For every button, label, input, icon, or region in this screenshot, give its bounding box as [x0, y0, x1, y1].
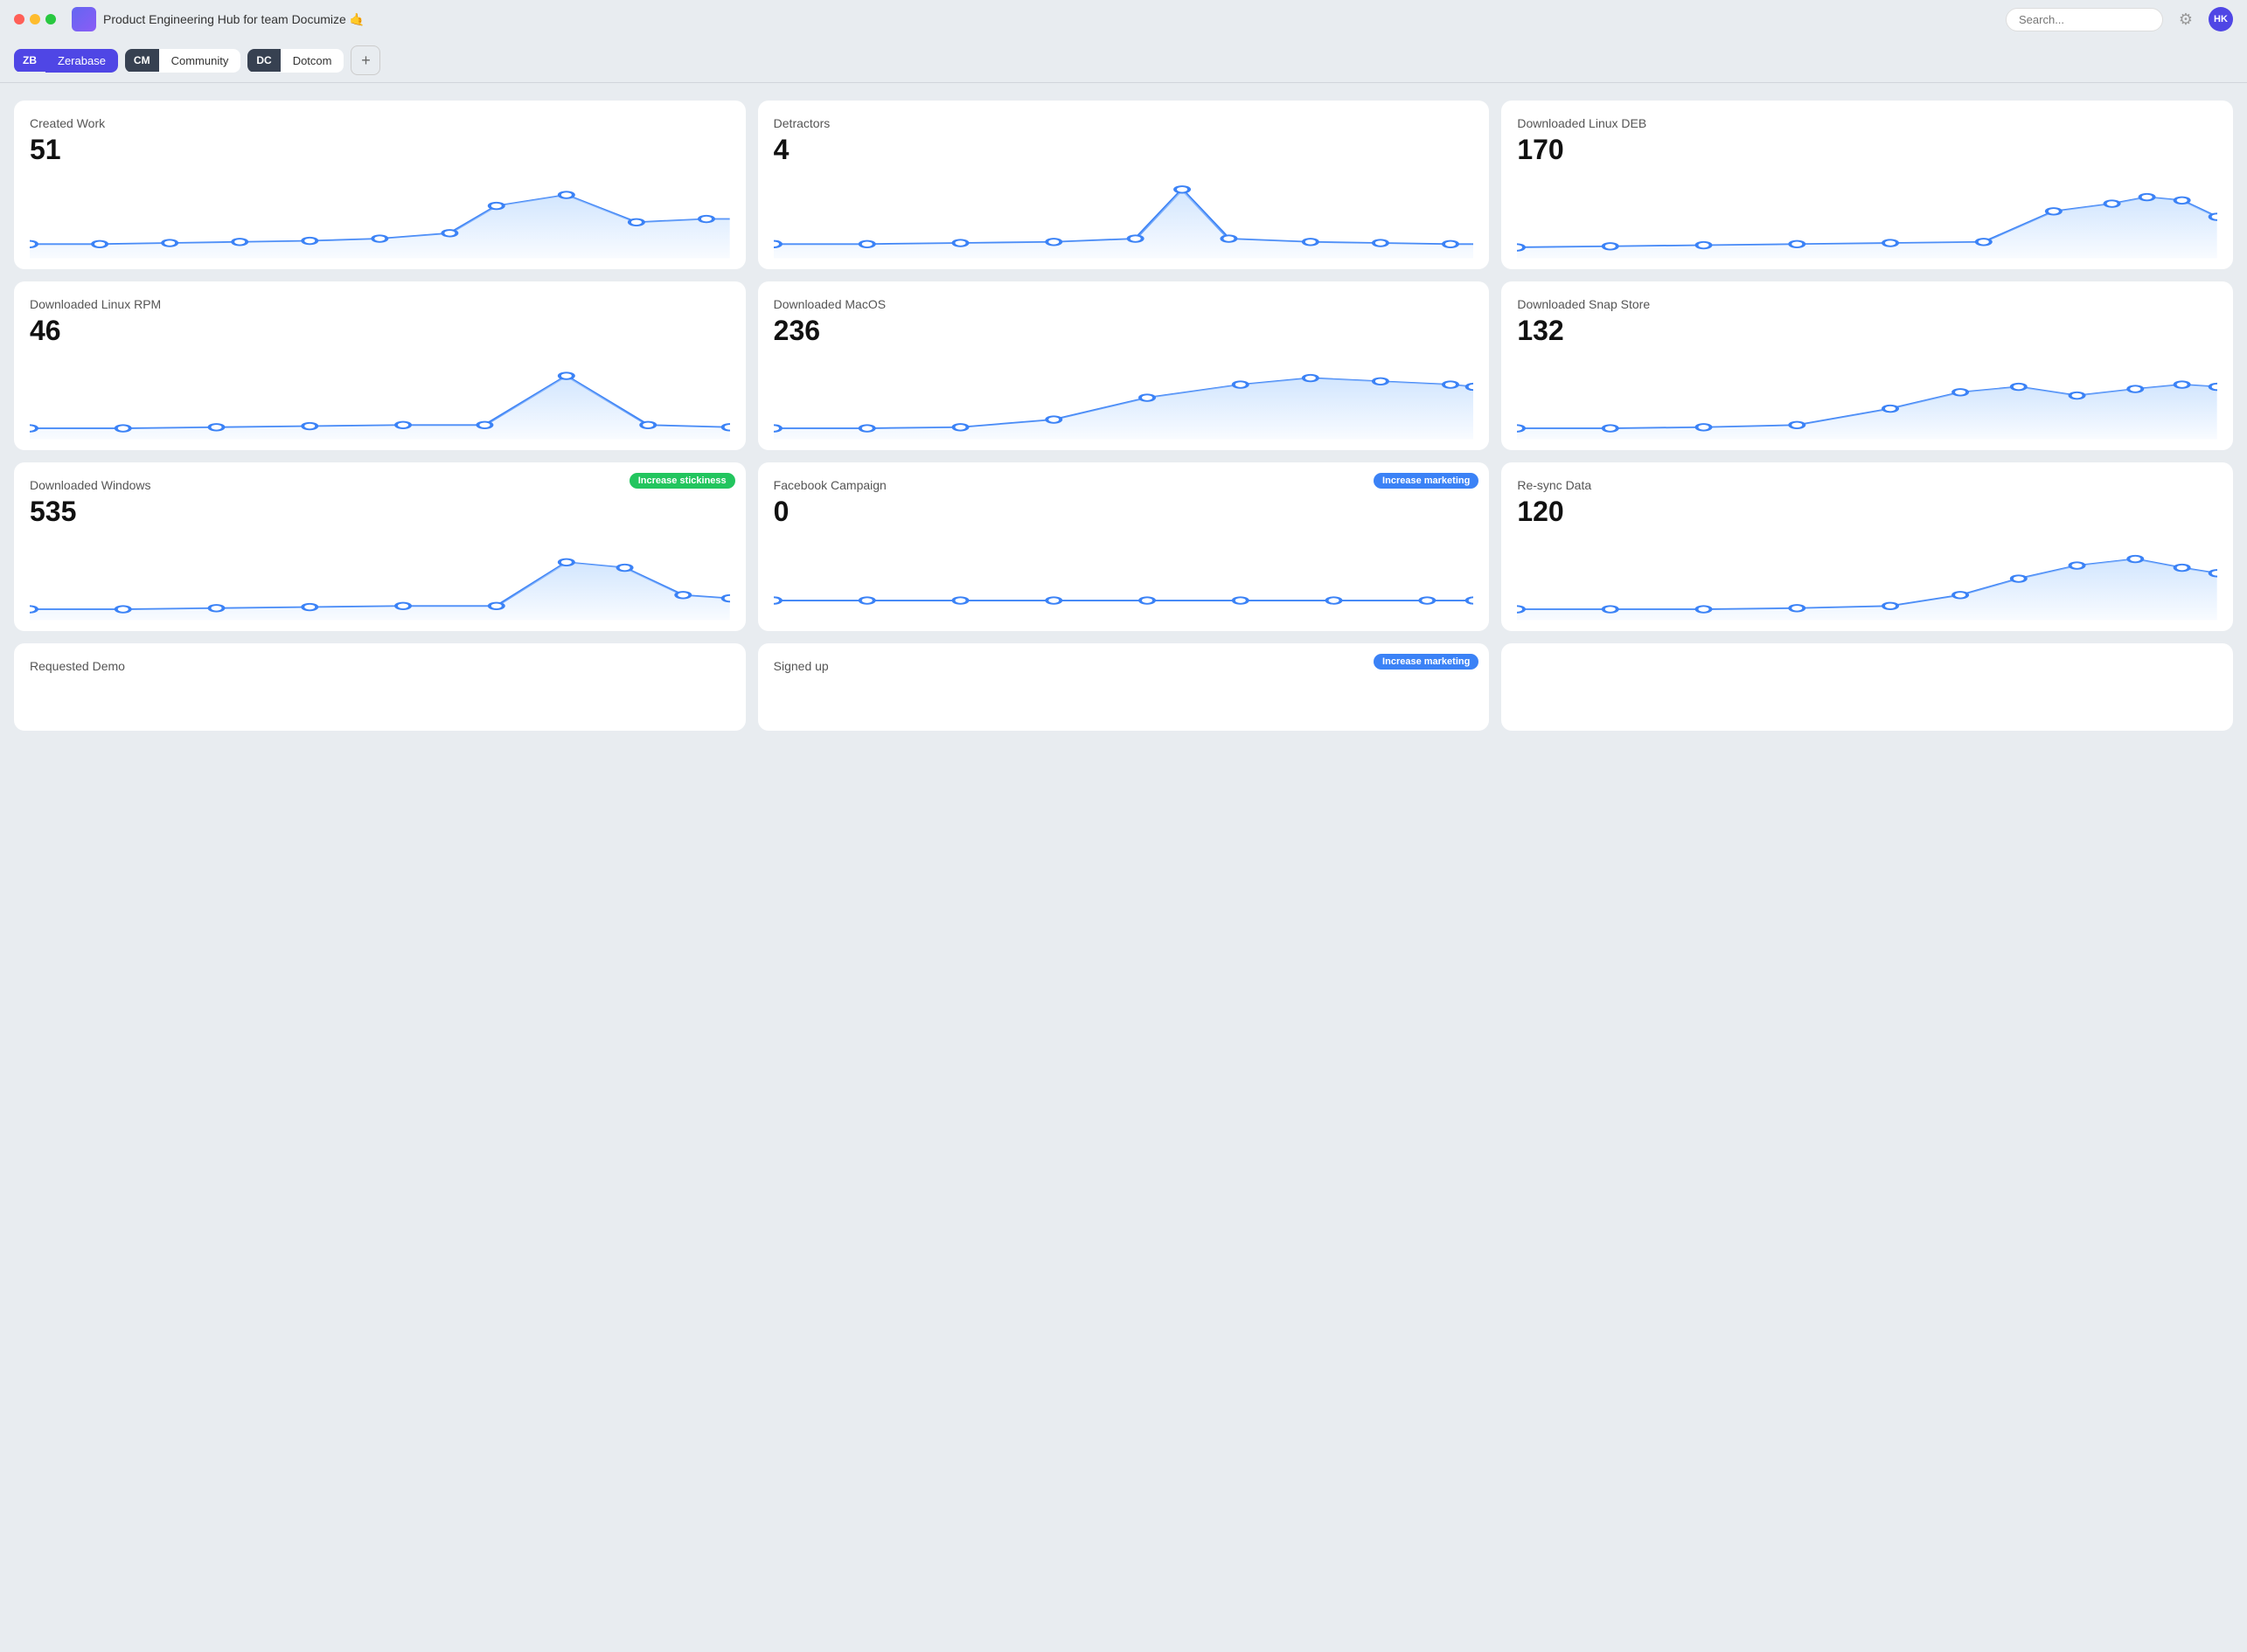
tab-dotcom[interactable]: DC Dotcom	[247, 49, 344, 73]
close-button[interactable]	[14, 14, 24, 24]
tab-zerabase[interactable]: ZB Zerabase	[14, 49, 118, 73]
card-title: Downloaded Snap Store	[1517, 297, 2217, 311]
titlebar-right: ⚙ HK	[2006, 7, 2233, 31]
card-title: Detractors	[774, 116, 1474, 130]
card-detractors: Detractors 4	[758, 101, 1490, 269]
card-value: 170	[1517, 134, 2217, 166]
card-empty	[1501, 643, 2233, 731]
badge-increase-marketing-signup: Increase marketing	[1374, 654, 1478, 670]
tabs-bar: ZB Zerabase CM Community DC Dotcom +	[0, 38, 2247, 82]
card-requested-demo: Requested Demo	[14, 643, 746, 731]
card-facebook-campaign: Increase marketing Facebook Campaign 0	[758, 462, 1490, 631]
tab-community[interactable]: CM Community	[125, 49, 240, 73]
card-title: Downloaded Linux RPM	[30, 297, 730, 311]
chart-macos	[774, 354, 1474, 441]
app-title: Product Engineering Hub for team Documiz…	[103, 12, 365, 27]
card-value: 46	[30, 315, 730, 347]
card-title: Downloaded MacOS	[774, 297, 1474, 311]
chart-windows	[30, 535, 730, 622]
card-linux-deb: Downloaded Linux DEB 170	[1501, 101, 2233, 269]
card-value: 0	[774, 496, 1474, 528]
titlebar: Product Engineering Hub for team Documiz…	[0, 0, 2247, 38]
add-tab-button[interactable]: +	[351, 45, 380, 75]
card-title: Downloaded Linux DEB	[1517, 116, 2217, 130]
chart-linux-rpm	[30, 354, 730, 441]
card-snap-store: Downloaded Snap Store 132	[1501, 281, 2233, 450]
card-macos: Downloaded MacOS 236	[758, 281, 1490, 450]
card-windows: Increase stickiness Downloaded Windows 5…	[14, 462, 746, 631]
chart-created-work	[30, 173, 730, 260]
app-icon	[72, 7, 96, 31]
minimize-button[interactable]	[30, 14, 40, 24]
gear-icon[interactable]: ⚙	[2174, 7, 2198, 31]
card-value: 4	[774, 134, 1474, 166]
chart-facebook	[774, 535, 1474, 622]
card-value: 236	[774, 315, 1474, 347]
maximize-button[interactable]	[45, 14, 56, 24]
card-linux-rpm: Downloaded Linux RPM 46	[14, 281, 746, 450]
card-title: Requested Demo	[30, 659, 730, 673]
avatar[interactable]: HK	[2209, 7, 2233, 31]
chart-snap-store	[1517, 354, 2217, 441]
search-input[interactable]	[2006, 8, 2163, 31]
tab-label-cm: Community	[159, 49, 241, 73]
bottom-partial-cards: Requested Demo Increase marketing Signed…	[14, 643, 2233, 731]
tab-label-dc: Dotcom	[281, 49, 344, 73]
traffic-lights	[14, 14, 56, 24]
tab-badge-dc: DC	[247, 49, 280, 72]
tab-badge-cm: CM	[125, 49, 159, 72]
tab-label-zb: Zerabase	[45, 49, 118, 73]
tab-badge-zb: ZB	[14, 49, 45, 72]
chart-resync	[1517, 535, 2217, 622]
card-title: Facebook Campaign	[774, 478, 1474, 492]
card-value: 535	[30, 496, 730, 528]
card-title: Re-sync Data	[1517, 478, 2217, 492]
card-title: Signed up	[774, 659, 1474, 673]
cards-grid: Created Work 51	[14, 101, 2233, 631]
badge-increase-stickiness: Increase stickiness	[630, 473, 735, 489]
card-created-work: Created Work 51	[14, 101, 746, 269]
badge-increase-marketing-fb: Increase marketing	[1374, 473, 1478, 489]
card-value: 132	[1517, 315, 2217, 347]
chart-linux-deb	[1517, 173, 2217, 260]
chart-detractors	[774, 173, 1474, 260]
card-signed-up: Increase marketing Signed up	[758, 643, 1490, 731]
card-title: Downloaded Windows	[30, 478, 730, 492]
card-resync-data: Re-sync Data 120	[1501, 462, 2233, 631]
card-value: 51	[30, 134, 730, 166]
card-title: Created Work	[30, 116, 730, 130]
card-value: 120	[1517, 496, 2217, 528]
main-content: Created Work 51	[0, 83, 2247, 748]
